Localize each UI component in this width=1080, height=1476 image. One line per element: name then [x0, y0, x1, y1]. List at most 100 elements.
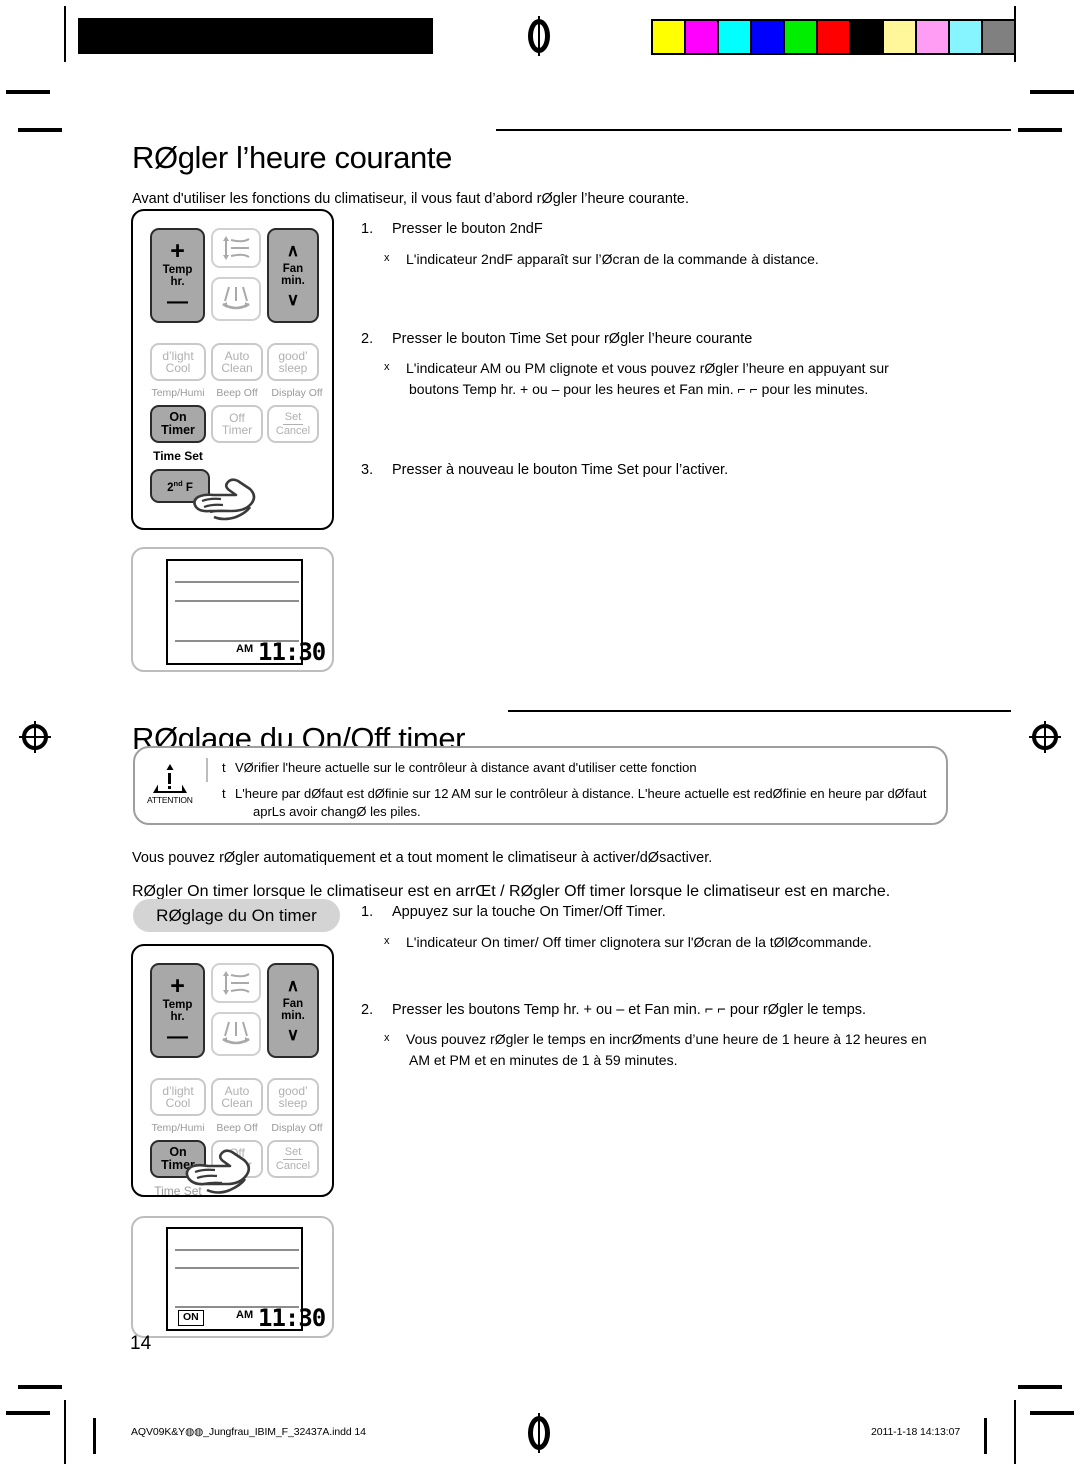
minus-icon: — [167, 289, 188, 313]
step-number: 1. [361, 221, 374, 237]
color-calibration-bar [651, 19, 1016, 55]
dlight-cool-button[interactable]: d’light Cool [150, 343, 206, 381]
good-sleep-button[interactable]: good’ sleep [267, 1078, 319, 1116]
step-number: 2. [361, 1002, 374, 1018]
section1-step-2: 2. Presser le bouton Time Set pour rØgle… [361, 331, 752, 347]
color-swatch-8 [917, 21, 948, 53]
section1-step-2-bullet-1: x L'indicateur AM ou PM clignote et vous… [384, 360, 889, 397]
timer-label: Timer [161, 423, 195, 437]
sleep-label: sleep [278, 361, 308, 375]
horizontal-swing-button[interactable] [211, 1012, 261, 1056]
lcd-divider [175, 1249, 299, 1251]
set-cancel-button[interactable]: Set Cancel [267, 405, 319, 443]
step-text: Presser le bouton 2ndF [392, 221, 543, 237]
set-cancel-button[interactable]: Set Cancel [267, 1140, 319, 1178]
clean-label: Clean [221, 361, 253, 375]
cancel-label: Cancel [275, 1159, 311, 1172]
bullet-marker: x [384, 935, 390, 947]
cancel-label: Cancel [275, 424, 311, 437]
attention-text: VØrifier l'heure actuelle sur le contrôl… [235, 760, 697, 775]
bullet-text: L'indicateur 2ndF apparaît sur l’Øcran d… [406, 251, 819, 267]
page-border-right-bottom [984, 1418, 987, 1454]
section2-step-2: 2. Presser les boutons Temp hr. + ou – e… [361, 1002, 866, 1018]
cool-label: Cool [165, 1096, 191, 1110]
temp-humi-sublabel: Temp/Humi [151, 1122, 205, 1134]
section1-intro: Avant d'utiliser les fonctions du climat… [132, 190, 690, 207]
display-off-sublabel: Display Off [271, 387, 323, 399]
temp-hr-button[interactable]: + Temp hr. — [150, 963, 205, 1058]
crop-mark [18, 1385, 62, 1389]
min-label: min. [281, 274, 305, 287]
attention-box: ATTENTION t VØrifier l'heure actuelle su… [133, 746, 948, 825]
warning-triangle-icon [152, 764, 187, 793]
lcd-frame-1: AM 11:30 [131, 547, 334, 672]
auto-clean-button[interactable]: Auto Clean [211, 343, 263, 381]
step-number: 1. [361, 904, 374, 920]
section2-paragraph: Vous pouvez rØgler automatiquement et a … [132, 849, 713, 866]
lcd-ampm-2: AM [236, 1309, 254, 1321]
lcd-ampm-1: AM [236, 643, 254, 655]
lcd-divider [175, 1267, 299, 1269]
section2-step-1-bullet-1: x L'indicateur On timer/ Off timer clign… [384, 934, 872, 950]
color-swatch-3 [752, 21, 783, 53]
lcd-screen-2: ON AM 11:30 [166, 1227, 326, 1332]
off-timer-button[interactable]: Off Timer [211, 405, 263, 443]
vertical-swing-icon [223, 236, 250, 260]
minus-icon: — [167, 1024, 188, 1048]
off-timer-button[interactable]: Off Timer [211, 1140, 263, 1178]
section1-step-1: 1. Presser le bouton 2ndF [361, 221, 543, 237]
bullet-marker: x [384, 361, 390, 373]
crop-mark [1030, 1411, 1074, 1415]
color-swatch-2 [719, 21, 750, 53]
auto-clean-button[interactable]: Auto Clean [211, 1078, 263, 1116]
section2-step-2-bullet-1: x Vous pouvez rØgler le temps en incrØme… [384, 1031, 927, 1068]
dlight-cool-button[interactable]: d’light Cool [150, 1078, 206, 1116]
on-timer-setting-badge: RØglage du On timer [133, 899, 340, 932]
fan-min-button[interactable]: ∧ Fan min. ∨ [267, 963, 319, 1058]
vertical-swing-button[interactable] [211, 228, 261, 268]
temp-humi-sublabel: Temp/Humi [151, 387, 205, 399]
color-swatch-6 [851, 21, 882, 53]
chevron-down-icon: ∨ [286, 1025, 300, 1045]
on-timer-button[interactable]: On Timer [150, 405, 206, 443]
remote-control-diagram-1: + Temp hr. — ∧ Fan min. ∨ d’light Cool A… [131, 209, 334, 530]
hr-label: hr. [170, 275, 185, 288]
registration-mark-right [1029, 721, 1061, 753]
crop-mark [1018, 1385, 1062, 1389]
crop-mark [6, 90, 50, 94]
timer-label: Timer [221, 1158, 253, 1172]
cool-label: Cool [165, 361, 191, 375]
hr-label: hr. [170, 1010, 185, 1023]
bullet-text: L'indicateur On timer/ Off timer clignot… [406, 934, 872, 950]
lcd-time-2: 11:30 [258, 1304, 326, 1332]
section2-step-1: 1. Appuyez sur la touche On Timer/Off Ti… [361, 904, 666, 920]
step-text: Presser à nouveau le bouton Time Set pou… [392, 462, 729, 478]
manual-page: RØgler l’heure courante Avant d'utiliser… [0, 0, 1080, 1476]
crop-mark [18, 128, 62, 132]
fan-min-button[interactable]: ∧ Fan min. ∨ [267, 228, 319, 323]
second-function-button[interactable]: 2nd F [150, 469, 210, 503]
page-border-left-bottom [93, 1418, 96, 1454]
bullet-marker: x [384, 252, 390, 264]
fan-label: Fan [282, 997, 304, 1010]
color-swatch-4 [785, 21, 816, 53]
time-set-sublabel: Time Set [153, 449, 203, 463]
vertical-swing-button[interactable] [211, 963, 261, 1003]
lcd-time-1: 11:30 [258, 638, 326, 666]
temp-hr-button[interactable]: + Temp hr. — [150, 228, 205, 323]
color-swatch-5 [818, 21, 849, 53]
attention-marker: t [222, 760, 226, 775]
good-sleep-button[interactable]: good’ sleep [267, 343, 319, 381]
crop-mark [1030, 90, 1074, 94]
remote-control-diagram-2: + Temp hr. — ∧ Fan min. ∨ d’light Cool A… [131, 944, 334, 1197]
color-swatch-10 [983, 21, 1014, 53]
temp-label: Temp [162, 263, 193, 276]
color-swatch-0 [653, 21, 684, 53]
lcd-on-indicator: ON [178, 1310, 204, 1327]
crop-mark [6, 1411, 50, 1415]
min-label: min. [281, 1009, 305, 1022]
on-timer-button[interactable]: On Timer [150, 1140, 206, 1178]
section1-title-rule [496, 129, 1011, 131]
horizontal-swing-button[interactable] [211, 277, 261, 321]
sleep-label: sleep [278, 1096, 308, 1110]
